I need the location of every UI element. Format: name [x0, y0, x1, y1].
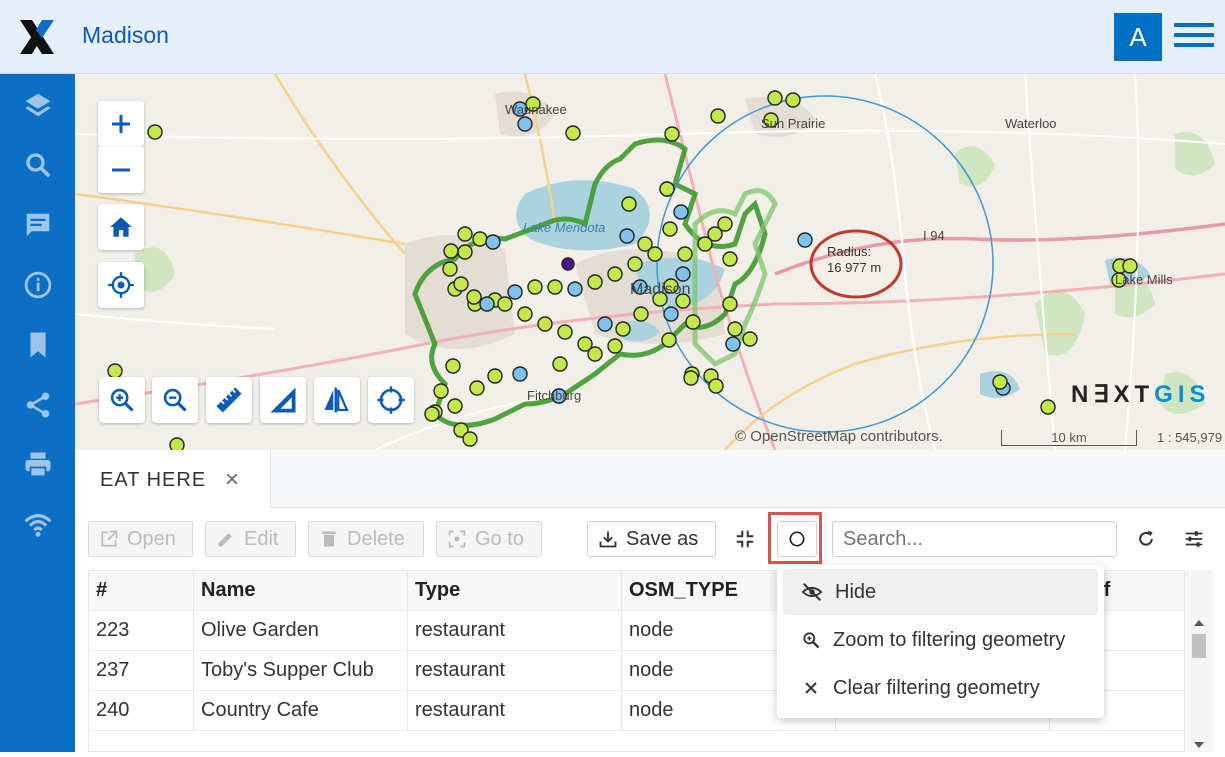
- menu-item-clear-geometry[interactable]: Clear filtering geometry: [783, 665, 1098, 711]
- zoom-in-box-button[interactable]: [99, 377, 145, 423]
- sidebar-item-search[interactable]: [0, 140, 75, 190]
- wifi-icon: [23, 514, 52, 537]
- close-icon: [805, 682, 817, 694]
- sidebar-item-bookmarks[interactable]: [0, 320, 75, 370]
- column-header-id[interactable]: #: [89, 571, 194, 611]
- triangle-ruler-icon: [270, 387, 296, 413]
- nextgis-brand-logo: N∃XTGIS: [1071, 381, 1211, 408]
- radius-value: 16 977 m: [827, 260, 882, 275]
- sidebar-item-wifi[interactable]: [0, 500, 75, 550]
- download-icon: [599, 531, 617, 548]
- refresh-icon: [1139, 530, 1153, 546]
- swipe-compare-button[interactable]: [314, 377, 360, 423]
- collapse-panel-button[interactable]: [727, 521, 763, 557]
- tab-strip: [271, 450, 1225, 508]
- delete-button[interactable]: Delete: [308, 521, 424, 557]
- sidebar: [0, 74, 75, 752]
- map-view[interactable]: Waunakee Sun Prairie Waterloo Lake Mendo…: [75, 74, 1225, 450]
- search-icon: [25, 153, 50, 178]
- attribute-table-panel: EAT HERE × Open Edit Delete Go to Save a…: [75, 450, 1225, 752]
- zoom-out-box-button[interactable]: [152, 377, 198, 423]
- target-icon: [377, 386, 405, 414]
- tune-icon: [1185, 531, 1203, 547]
- minus-icon: [112, 168, 130, 172]
- menu-item-hide[interactable]: Hide: [783, 569, 1098, 615]
- focus-icon: [448, 530, 466, 548]
- zoom-in-icon: [110, 388, 134, 412]
- tab-eat-here[interactable]: EAT HERE ×: [75, 450, 271, 508]
- open-external-icon: [101, 530, 118, 547]
- hamburger-menu-button[interactable]: [1174, 20, 1214, 52]
- zoom-in-button[interactable]: [98, 101, 144, 147]
- map-label-sun-prairie: Sun Prairie: [761, 116, 825, 131]
- crosshair-icon: [108, 272, 134, 298]
- search-input[interactable]: [832, 521, 1117, 557]
- goto-button[interactable]: Go to: [436, 521, 542, 557]
- print-icon: [25, 452, 50, 478]
- zoom-out-button[interactable]: [98, 147, 144, 193]
- tab-label: EAT HERE: [100, 469, 207, 491]
- app-header: Madison A: [0, 0, 1225, 74]
- measure-area-button[interactable]: [260, 377, 306, 423]
- zoom-search-icon: [803, 632, 820, 649]
- trash-icon: [322, 531, 336, 547]
- scale-bar: 10 km: [1001, 430, 1137, 446]
- save-as-button[interactable]: Save as: [587, 521, 716, 557]
- home-extent-button[interactable]: [98, 204, 144, 250]
- home-icon: [110, 217, 132, 237]
- open-button[interactable]: Open: [88, 521, 193, 557]
- sidebar-item-share[interactable]: [0, 380, 75, 430]
- filter-by-geometry-button[interactable]: [777, 521, 817, 557]
- table-settings-button[interactable]: [1176, 521, 1212, 557]
- plus-icon: [112, 115, 130, 133]
- table-scrollbar[interactable]: [1185, 570, 1213, 752]
- nextgis-logo-icon[interactable]: [18, 18, 56, 56]
- sidebar-item-chat[interactable]: [0, 200, 75, 250]
- scale-ratio: 1 : 545,979: [1157, 430, 1223, 445]
- filter-geometry-menu: Hide Zoom to filtering geometry Clear fi…: [777, 565, 1104, 718]
- identify-point-button[interactable]: [368, 377, 414, 423]
- eye-off-icon: [801, 583, 823, 601]
- column-header-name[interactable]: Name: [194, 571, 408, 611]
- bookmark-icon: [30, 332, 45, 358]
- edit-button[interactable]: Edit: [205, 521, 296, 557]
- share-icon: [26, 392, 49, 418]
- map-label-lake-mills: Lake Mills: [1115, 272, 1173, 287]
- menu-item-zoom-to-geometry[interactable]: Zoom to filtering geometry: [783, 617, 1098, 663]
- zoom-out-icon: [163, 388, 187, 412]
- sidebar-item-layers[interactable]: [0, 80, 75, 130]
- app-title: Madison: [82, 22, 169, 48]
- user-avatar[interactable]: A: [1114, 13, 1162, 61]
- measure-distance-button[interactable]: [206, 377, 252, 423]
- close-icon[interactable]: ×: [225, 466, 239, 494]
- fullscreen-exit-icon: [736, 530, 754, 548]
- info-icon: [24, 271, 51, 299]
- map-label-madison: Madison: [630, 281, 690, 298]
- sidebar-item-info[interactable]: [0, 260, 75, 310]
- pencil-icon: [218, 533, 232, 547]
- ruler-icon: [216, 387, 242, 413]
- hamburger-icon: [1174, 23, 1214, 27]
- column-header-type[interactable]: Type: [408, 571, 622, 611]
- map-label-waterloo: Waterloo: [1005, 116, 1057, 131]
- scroll-up-icon: [1192, 620, 1206, 748]
- chat-icon: [26, 213, 49, 237]
- map-label-fitchburg: Fitchburg: [527, 388, 581, 403]
- radius-title: Radius:: [827, 244, 872, 259]
- circle-icon: [789, 531, 805, 547]
- map-label-lake-mendota: Lake Mendota: [523, 220, 605, 235]
- table-row[interactable]: [89, 731, 1184, 751]
- geolocate-button[interactable]: [98, 262, 144, 308]
- layers-icon: [25, 93, 50, 117]
- map-attribution[interactable]: © OpenStreetMap contributors.: [735, 428, 943, 445]
- refresh-button[interactable]: [1128, 521, 1164, 557]
- map-label-waunakee: Waunakee: [505, 102, 567, 117]
- sidebar-item-print[interactable]: [0, 440, 75, 490]
- compare-icon: [324, 387, 349, 413]
- radius-label: Radius: 16 977 m: [827, 244, 881, 276]
- map-label-i94: I 94: [923, 228, 945, 243]
